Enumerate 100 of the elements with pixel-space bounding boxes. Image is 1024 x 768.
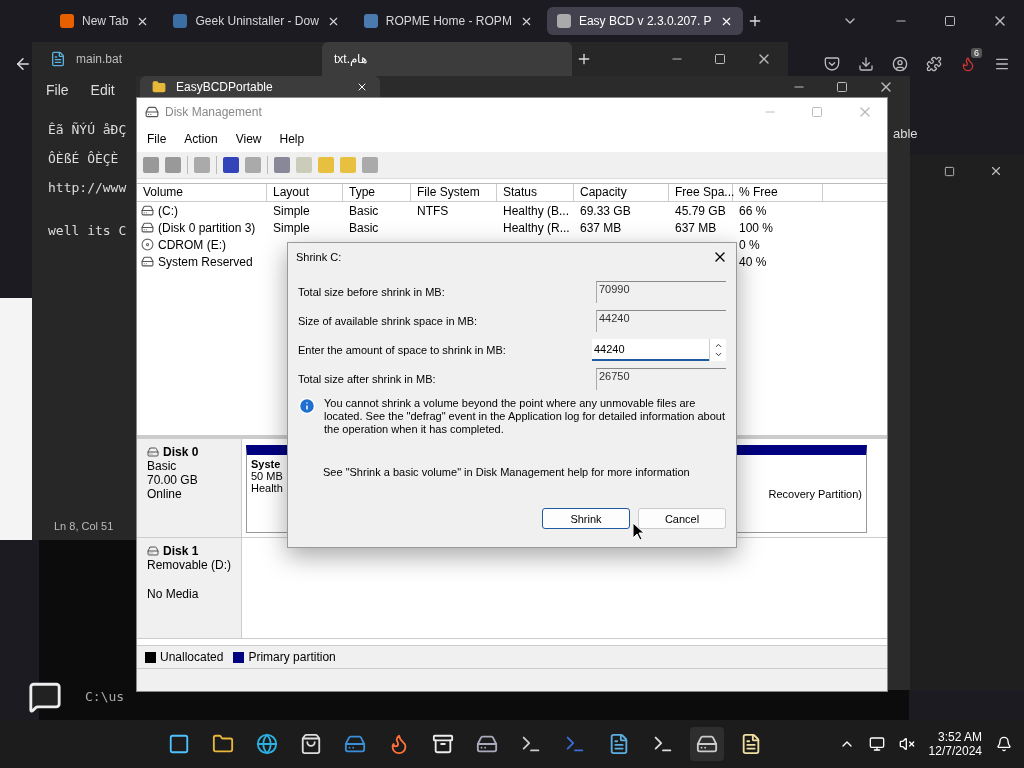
table-cell-text: Basic	[348, 220, 379, 235]
spin-field[interactable]: 44240	[592, 338, 709, 361]
mute-icon[interactable]	[898, 736, 915, 752]
spin-buttons[interactable]	[709, 338, 726, 361]
table-cell: (Disk 0 partition 3)	[158, 220, 256, 235]
menu-item[interactable]: Action	[184, 132, 218, 146]
new-tab-icon[interactable]	[576, 51, 592, 67]
clock-date: 12/7/2024	[928, 744, 982, 758]
download-icon[interactable]	[858, 56, 874, 72]
drive-icon	[141, 221, 154, 234]
menu-icon[interactable]	[994, 56, 1010, 72]
menu-item[interactable]: View	[235, 132, 262, 146]
table-cell-text: NTFS	[416, 203, 449, 218]
partition-text: Health	[251, 482, 283, 494]
column-header[interactable]: File System	[411, 184, 497, 201]
text-line: ÔÈßÉ ÔÈÇÈ	[48, 151, 119, 166]
menu-item[interactable]: File	[147, 132, 167, 146]
drive-icon	[147, 446, 159, 458]
help-text: See "Shrink a basic volume" in Disk Management help for more information	[323, 466, 690, 478]
pocket-icon[interactable]	[824, 56, 840, 72]
favicon-icon	[363, 14, 378, 28]
disk-name: Disk 0	[147, 445, 199, 459]
notification-icon[interactable]	[996, 736, 1012, 752]
legend-label: Unallocated	[160, 650, 224, 664]
table-cell: System Reserved	[158, 254, 253, 269]
table-cell-text: Healthy (R...	[502, 220, 570, 235]
browser-tab[interactable]: Easy BCD v 2.3.0.207. P	[546, 7, 743, 35]
field-label: Total size before shrink in MB:	[298, 285, 446, 298]
editor-tab[interactable]: main.bat	[38, 42, 318, 76]
text-line: well its C	[48, 223, 127, 238]
extensions-icon[interactable]	[926, 56, 942, 72]
badge-count: 6	[971, 48, 982, 58]
explorer-tab[interactable]: EasyBCDPortable	[140, 76, 380, 97]
column-header[interactable]: % Free	[733, 184, 823, 201]
readonly-field: 26750	[596, 367, 726, 390]
network-icon[interactable]	[868, 736, 885, 752]
column-header[interactable]: Free Spa...	[669, 184, 733, 201]
notepad-icon	[50, 51, 66, 67]
text-line: Êã ÑÝÚ åÐÇ	[48, 122, 127, 137]
terminal-text: C:\us	[85, 689, 125, 704]
cancel-button[interactable]: Cancel	[638, 508, 726, 529]
maximize-icon[interactable]	[944, 165, 955, 177]
browser-tab[interactable]: Geek Uninstaller - Dow	[163, 7, 350, 35]
table-cell-text: Simple	[272, 220, 310, 235]
account-icon[interactable]	[892, 56, 908, 72]
menu-item[interactable]: Help	[279, 132, 305, 146]
readonly-field: 44240	[596, 309, 726, 332]
status-text: Ln 8, Col 51	[54, 520, 114, 532]
column-header[interactable]: Layout	[267, 184, 343, 201]
info-text: You cannot shrink a volume beyond the point where any unmovable files are located. See the "defrag" event in the Application log for detailed information about the operation when it has completed.	[324, 397, 726, 436]
clock-time: 3:52 AM	[937, 730, 982, 744]
favicon-icon	[60, 14, 74, 28]
table-cell-text: Basic	[348, 203, 379, 218]
table-cell-text: 0 %	[738, 237, 760, 252]
table-cell-text: 45.79 GB	[674, 203, 726, 218]
maximize-icon[interactable]	[836, 80, 848, 93]
partition-text: Syste	[251, 458, 281, 470]
shrink-button[interactable]: Shrink	[542, 508, 630, 529]
table-cell-text: Simple	[272, 203, 310, 218]
table-cell: CDROM (E:)	[158, 237, 226, 252]
partition-text: 50 MB	[251, 470, 283, 482]
drive-icon	[141, 255, 154, 268]
column-header[interactable]: Volume	[137, 184, 267, 201]
disk-name: Disk 1	[147, 544, 199, 558]
back-icon[interactable]	[14, 55, 32, 73]
menu-item[interactable]: File	[46, 82, 69, 98]
disc-icon	[141, 238, 154, 251]
extension-icon[interactable]	[960, 56, 976, 72]
disk-info: Basic	[147, 459, 177, 473]
disk-info: No Media	[147, 587, 199, 601]
column-header[interactable]: Type	[343, 184, 411, 201]
drive-icon	[147, 545, 159, 557]
close-icon[interactable]	[989, 164, 1003, 178]
cursor-icon	[633, 523, 645, 541]
field-label: Size of available shrink space in MB:	[298, 314, 479, 327]
text-line: http://www	[48, 180, 127, 195]
browser-tab[interactable]: New Tab	[50, 7, 160, 35]
table-cell-text: 100 %	[738, 220, 774, 235]
restore-icon[interactable]	[944, 15, 956, 27]
table-cell-text: Healthy (B...	[502, 203, 570, 218]
app-icon	[145, 105, 159, 119]
legend-label: Primary partition	[248, 650, 336, 664]
column-header[interactable]: Capacity	[574, 184, 669, 201]
maximize-icon[interactable]	[714, 53, 726, 65]
partition-text: Recovery Partition)	[768, 487, 862, 500]
table-cell: (C:)	[158, 203, 178, 218]
menu-item[interactable]: Edit	[90, 82, 115, 98]
table-cell-text: 66 %	[738, 203, 767, 218]
drive-icon	[141, 204, 154, 217]
column-header[interactable]: Status	[497, 184, 574, 201]
disk-info: 70.00 GB	[147, 473, 198, 487]
editor-tab[interactable]: هام.txt	[322, 42, 572, 76]
favicon-icon	[173, 14, 188, 28]
browser-tab[interactable]: ROPME Home - ROPM	[353, 7, 543, 35]
table-cell-text: 637 MB	[579, 220, 622, 235]
dialog-title: Shrink C:	[296, 251, 342, 263]
readonly-field: 70990	[596, 280, 726, 303]
disk-info: Removable (D:)	[147, 558, 232, 572]
text-fragment: able	[893, 126, 918, 141]
field-label: Enter the amount of space to shrink in MB:	[298, 343, 507, 356]
